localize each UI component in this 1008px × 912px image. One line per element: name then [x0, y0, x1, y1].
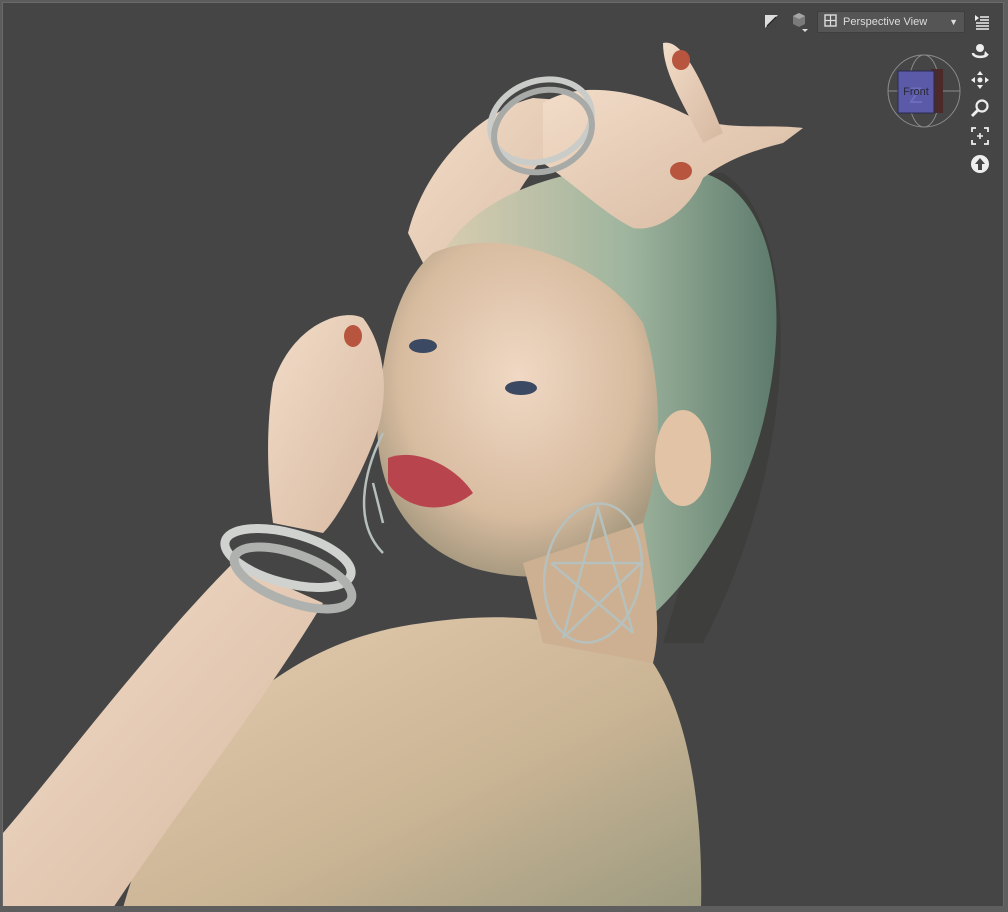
- figure-face: [377, 242, 658, 577]
- figure-ear: [655, 410, 711, 506]
- viewport-frame-right: [1004, 0, 1008, 912]
- navigation-controls: [967, 41, 993, 175]
- figure-hand-face: [268, 315, 384, 533]
- orbit-icon[interactable]: [969, 41, 991, 63]
- view-layout-icon: [824, 14, 837, 30]
- draw-style-icon[interactable]: [761, 11, 783, 33]
- frame-icon[interactable]: [969, 125, 991, 147]
- viewport-toolbar: Perspective View ▼: [761, 9, 993, 35]
- figure-eye-right: [505, 381, 537, 395]
- view-mode-dropdown[interactable]: Perspective View ▼: [817, 11, 965, 33]
- zoom-icon[interactable]: [969, 97, 991, 119]
- scene-render[interactable]: [3, 3, 1004, 907]
- camera-cube-icon[interactable]: [789, 11, 811, 33]
- fingernail: [344, 325, 362, 347]
- reset-view-icon[interactable]: [969, 153, 991, 175]
- view-mode-label: Perspective View: [843, 16, 928, 28]
- figure-eye-left: [409, 339, 437, 353]
- options-menu-icon[interactable]: [971, 11, 993, 33]
- view-cube-widget[interactable]: Z Front: [886, 53, 962, 129]
- fingernail: [672, 50, 690, 70]
- 3d-viewport[interactable]: Perspective View ▼ Z Front: [2, 2, 1004, 907]
- cube-face-label: Front: [903, 86, 929, 98]
- viewport-frame-bottom: [0, 906, 1008, 912]
- fingernail: [670, 162, 692, 180]
- pan-icon[interactable]: [969, 69, 991, 91]
- chevron-down-icon: ▼: [949, 17, 958, 27]
